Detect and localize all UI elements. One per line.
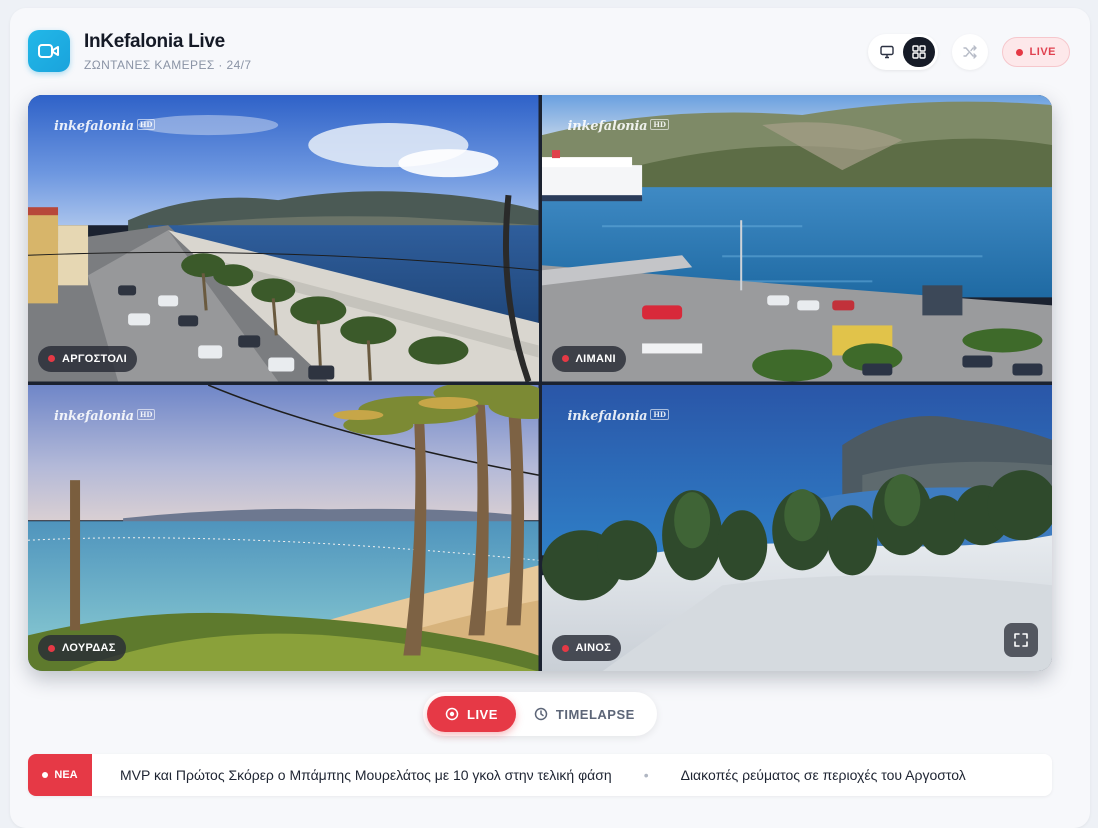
ticker-track: MVP και Πρώτος Σκόρερ ο Μπάμπης Μουρελάτ… (120, 767, 966, 783)
timelapse-mode-button[interactable]: TIMELAPSE (516, 696, 653, 732)
clock-icon (534, 707, 548, 721)
news-item-link[interactable]: Διακοπές ρεύματος σε περιοχές του Αργοστ… (681, 767, 966, 783)
app-title: InKefalonia Live (84, 30, 225, 52)
app-header: InKefalonia Live ΖΩΝΤΑΝΕΣ ΚΑΜΕΡΕΣ · 24/7 (28, 30, 252, 72)
live-status-badge: LIVE (1001, 37, 1070, 67)
live-dot-icon (48, 644, 55, 652)
camera-label: ΑΙΝΟΣ (551, 635, 622, 661)
camera-tile-lourdas[interactable]: inkefalonia HD ΛΟΥΡΔΑΣ (28, 384, 539, 671)
video-camera-icon (28, 30, 70, 72)
live-status-label: LIVE (1029, 46, 1056, 58)
live-dot-icon (561, 355, 569, 362)
camera-feed-image (28, 95, 539, 382)
camera-feed-image (541, 384, 1052, 671)
shuffle-icon (962, 45, 977, 59)
camera-feed-image (541, 95, 1052, 382)
camera-label: ΛΟΥΡΔΑΣ (38, 635, 126, 661)
monitor-icon (879, 45, 894, 59)
live-mode-button[interactable]: LIVE (427, 696, 516, 732)
camera-tile-port[interactable]: inkefalonia HD ΛΙΜΑΝΙ (541, 95, 1052, 382)
broadcast-icon (445, 707, 459, 721)
camera-watermark: inkefalonia HD (568, 408, 669, 424)
news-ticker: ΝΕΑ MVP και Πρώτος Σκόρερ ο Μπάμπης Μουρ… (28, 754, 1052, 796)
single-view-button[interactable] (871, 37, 903, 67)
news-tag: ΝΕΑ (28, 754, 92, 796)
camera-watermark: inkefalonia HD (54, 408, 156, 424)
shuffle-button[interactable] (951, 34, 988, 70)
camera-tile-ainos[interactable]: inkefalonia HD ΑΙΝΟΣ (541, 384, 1052, 671)
news-item-link[interactable]: MVP και Πρώτος Σκόρερ ο Μπάμπης Μουρελάτ… (120, 767, 612, 783)
view-switcher (867, 34, 938, 70)
camera-tile-argostoli[interactable]: inkefalonia HD ΑΡΓΟΣΤΟΛΙ (28, 95, 539, 382)
fullscreen-button[interactable] (1004, 623, 1038, 657)
fullscreen-icon (1014, 633, 1028, 647)
live-mode-label: LIVE (467, 706, 498, 722)
camera-watermark: inkefalonia HD (568, 119, 669, 134)
mode-toggle: LIVE TIMELAPSE (423, 692, 657, 736)
grid-view-button[interactable] (902, 37, 935, 67)
ticker-separator: • (643, 767, 649, 783)
grid-icon (911, 45, 926, 59)
live-dot-icon (561, 644, 569, 652)
live-dot-icon (1015, 48, 1023, 56)
timelapse-mode-label: TIMELAPSE (555, 706, 635, 722)
news-tag-label: ΝΕΑ (54, 769, 78, 781)
news-dot-icon (42, 772, 49, 778)
live-dot-icon (48, 355, 55, 362)
header-controls: LIVE (867, 34, 1070, 70)
camera-label: ΛΙΜΑΝΙ (551, 345, 626, 372)
camera-feed-image (28, 384, 539, 671)
camera-grid: inkefalonia HD ΑΡΓΟΣΤΟΛΙ inkefalonia HD … (28, 95, 1052, 671)
camera-label: ΑΡΓΟΣΤΟΛΙ (38, 345, 137, 372)
app-subtitle: ΖΩΝΤΑΝΕΣ ΚΑΜΕΡΕΣ · 24/7 (84, 57, 252, 72)
camera-watermark: inkefalonia HD (54, 119, 156, 134)
